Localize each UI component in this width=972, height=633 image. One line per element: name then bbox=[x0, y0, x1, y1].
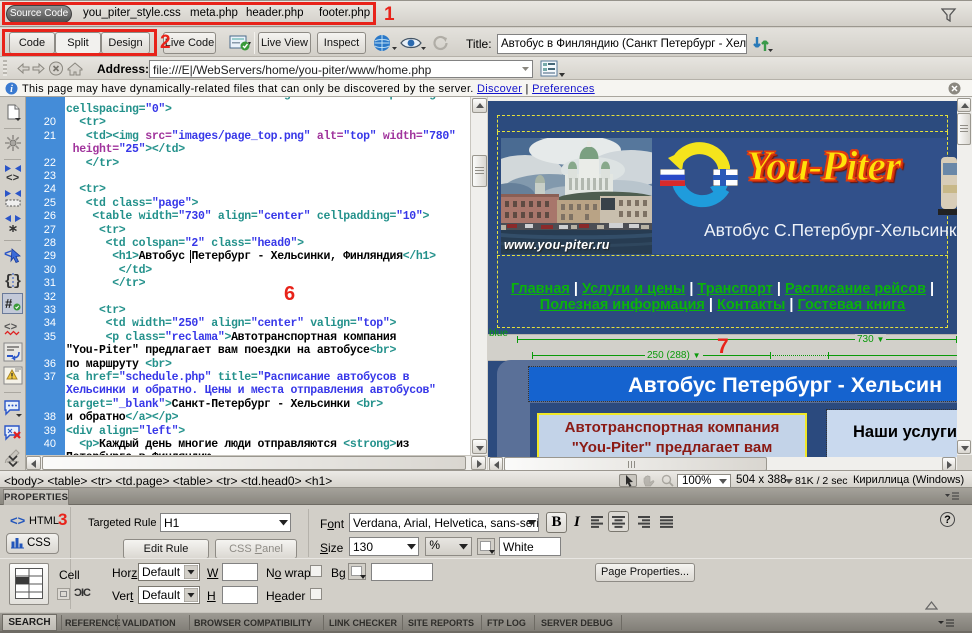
svg-text:{: { bbox=[4, 273, 13, 290]
svg-text:<>: <> bbox=[6, 173, 20, 183]
svg-text:#: # bbox=[5, 296, 13, 311]
svg-text:}: } bbox=[13, 273, 22, 290]
svg-text:i: i bbox=[10, 84, 13, 95]
